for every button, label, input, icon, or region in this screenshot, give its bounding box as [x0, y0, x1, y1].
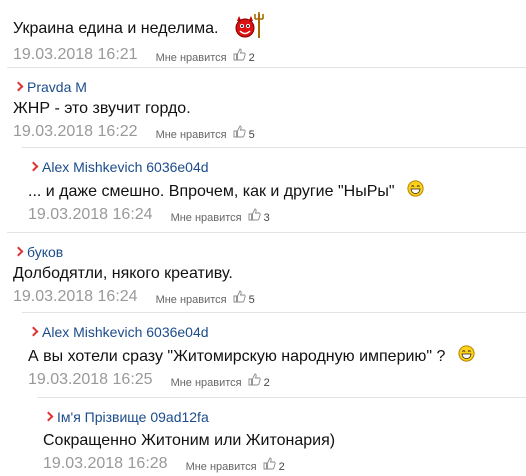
like-count: 5	[248, 294, 255, 306]
reply-arrow-icon	[13, 246, 23, 258]
smiley-icon	[458, 345, 475, 362]
comment-text-content: Украина едина и неделима.	[13, 20, 219, 38]
comment-author-link[interactable]: Pravda M	[27, 79, 87, 95]
smiley-icon	[407, 180, 424, 197]
reply-arrow-icon	[28, 161, 38, 173]
comment-text: Украина едина и неделима.	[13, 12, 526, 44]
comment-item: Ім'я Прізвище 09ad12fa Сокращенно Житони…	[43, 408, 526, 473]
comment-author-row: Pravda M	[13, 78, 526, 96]
thumbs-up-icon[interactable]	[233, 125, 246, 138]
comment-separator	[37, 397, 526, 398]
comment-item: буков Долбодятли, някого креативу. 19.03…	[13, 243, 526, 306]
comment-author-row: Alex Mishkevich 6036e04d	[28, 323, 526, 341]
comment-item: Alex Mishkevich 6036e04d ... и даже смеш…	[28, 158, 526, 224]
comment-meta: 19.03.2018 16:25 Мне нравится 2	[28, 367, 526, 389]
comment-author-row: Alex Mishkevich 6036e04d	[28, 158, 526, 176]
like-label[interactable]: Мне нравится	[156, 294, 227, 306]
comment-date: 19.03.2018 16:22	[13, 123, 138, 140]
like-label[interactable]: Мне нравится	[171, 212, 242, 224]
comment-text: А вы хотели сразу "Житомирскую народную …	[28, 345, 526, 367]
comment-separator	[22, 312, 526, 313]
thumbs-up-icon[interactable]	[263, 457, 276, 470]
comment-date: 19.03.2018 16:21	[13, 46, 138, 63]
comment-meta: 19.03.2018 16:24 Мне нравится 5	[13, 284, 526, 306]
like-count: 3	[263, 212, 270, 224]
comment-item: Украина едина и неделима. 19.03.2018 16:…	[13, 12, 526, 64]
comment-date: 19.03.2018 16:24	[28, 206, 153, 223]
comment-date: 19.03.2018 16:24	[13, 288, 138, 305]
devil-emoticon-icon	[235, 12, 264, 38]
comment-text-content: ... и даже смешно. Впрочем, как и другие…	[28, 183, 395, 200]
like-label[interactable]: Мне нравится	[156, 52, 227, 64]
reply-arrow-icon	[28, 326, 38, 338]
comment-meta: 19.03.2018 16:22 Мне нравится 5	[13, 119, 526, 141]
comment-date: 19.03.2018 16:28	[43, 455, 168, 472]
comment-text: Сокращенно Житоним или Житонария)	[43, 432, 336, 449]
comment-text-content: А вы хотели сразу "Житомирскую народную …	[28, 348, 446, 365]
comment-date: 19.03.2018 16:25	[28, 371, 153, 388]
comment-author-row: Ім'я Прізвище 09ad12fa	[43, 408, 526, 426]
like-count: 2	[248, 52, 255, 64]
comment-item: Alex Mishkevich 6036e04d А вы хотели сра…	[28, 323, 526, 389]
like-count: 2	[278, 461, 285, 473]
thumbs-up-icon[interactable]	[248, 373, 261, 386]
comment-text: Долбодятли, някого креативу.	[13, 265, 233, 282]
thumbs-up-icon[interactable]	[248, 208, 261, 221]
comment-author-row: буков	[13, 243, 526, 261]
comment-author-link[interactable]: Alex Mishkevich 6036e04d	[42, 324, 209, 340]
comment-meta: 19.03.2018 16:28 Мне нравится 2	[43, 451, 526, 473]
reply-arrow-icon	[43, 411, 53, 423]
like-count: 2	[263, 377, 270, 389]
comment-meta: 19.03.2018 16:24 Мне нравится 3	[28, 202, 526, 224]
comment-separator	[7, 232, 526, 233]
comment-author-link[interactable]: Ім'я Прізвище 09ad12fa	[57, 409, 209, 425]
thumbs-up-icon[interactable]	[233, 48, 246, 61]
thumbs-up-icon[interactable]	[233, 290, 246, 303]
like-count: 5	[248, 129, 255, 141]
comment-separator	[22, 147, 526, 148]
comment-item: Pravda M ЖНР - это звучит гордо. 19.03.2…	[13, 78, 526, 141]
comment-author-link[interactable]: буков	[27, 244, 63, 260]
comment-text: ЖНР - это звучит гордо.	[13, 100, 191, 117]
like-label[interactable]: Мне нравится	[186, 461, 257, 473]
like-label[interactable]: Мне нравится	[171, 377, 242, 389]
comment-text: ... и даже смешно. Впрочем, как и другие…	[28, 180, 526, 202]
comment-separator	[7, 67, 526, 68]
like-label[interactable]: Мне нравится	[156, 129, 227, 141]
comment-meta: 19.03.2018 16:21 Мне нравится 2	[13, 42, 526, 64]
comment-author-link[interactable]: Alex Mishkevich 6036e04d	[42, 159, 209, 175]
reply-arrow-icon	[13, 81, 23, 93]
